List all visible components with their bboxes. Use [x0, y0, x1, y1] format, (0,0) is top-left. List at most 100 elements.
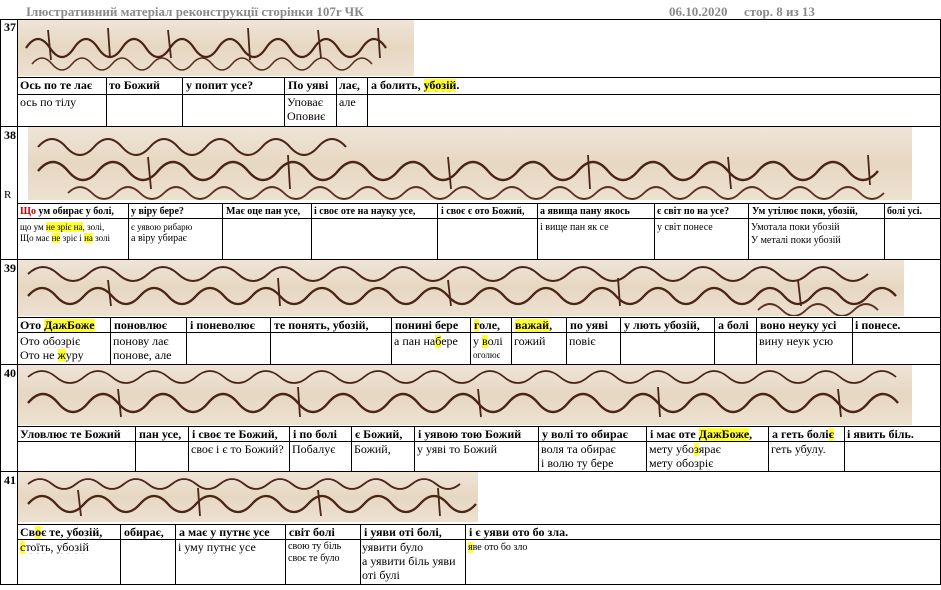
handwriting-strokes [37, 138, 885, 200]
transcription-cell: і уяви оті болі, [364, 526, 442, 539]
text-run: Ото [20, 319, 45, 332]
variant-cell: яве ото бо зло [468, 542, 527, 553]
text-run: . [456, 79, 460, 92]
text-run: ум обирає у болі, [35, 206, 114, 217]
text-run: Умотала поки [751, 222, 813, 233]
highlighted-word: ДажБоже [698, 428, 750, 441]
transcription-cell: а болі [718, 319, 749, 332]
grid-line [17, 77, 940, 78]
transcription-cell: Своє те, убозій, [20, 526, 102, 539]
transcription-cell: і уявою тою Божий [418, 428, 522, 441]
variant-cell: ось по тілу [20, 96, 77, 109]
variant-cell: що ум не зріє на, золі, [20, 222, 104, 232]
variant-cell: воля та обирає [541, 443, 616, 456]
highlighted-word: убозій [423, 79, 457, 92]
transcription-cell: воно неуку усі [760, 319, 837, 332]
transcription-cell: і є уяви ото бо зла. [469, 526, 569, 539]
grid-line [17, 317, 940, 318]
text-run: є те, [41, 526, 67, 539]
text-run: а геть болі [772, 428, 829, 441]
grid-line [222, 203, 223, 259]
variant-cell: повіє [569, 335, 596, 348]
grid-line [351, 426, 352, 471]
transcription-cell: понині бере [395, 319, 459, 332]
page-header: Ілюстративний матеріал реконструкції сто… [0, 0, 941, 20]
text-run: убозій [812, 222, 840, 233]
grid-line [106, 77, 107, 126]
transcription-cell: а явища пану якось [540, 206, 630, 217]
grid-line [537, 203, 538, 259]
variant-cell: Божий, [354, 443, 391, 456]
grid-line [17, 441, 940, 442]
manuscript-scan-line [18, 260, 904, 316]
highlighted-word: ДажБоже [44, 319, 95, 332]
transcription-cell: і поневолює [190, 319, 255, 332]
grid-line [566, 317, 567, 364]
transcription-cell: по уяві [570, 319, 608, 332]
grid-line [646, 426, 647, 471]
transcription-cell: Уловлює те Божий [20, 428, 121, 441]
line-number: 37 [4, 20, 16, 34]
transcription-cell: є Божий, [355, 428, 403, 441]
grid-line [465, 524, 466, 584]
grid-line [17, 539, 940, 540]
transcription-cell: і має оте ДажБоже, [650, 428, 752, 441]
variant-cell: вину неук усю [759, 335, 834, 348]
variant-cell: і вище пан як се [540, 222, 609, 233]
grid-line [17, 332, 940, 333]
grid-line [311, 203, 312, 259]
variant-cell: Умотала поки убозій [751, 222, 839, 233]
highlighted-letter: ж [57, 349, 66, 362]
text-run: убо [676, 443, 694, 456]
text-run: убулу [794, 443, 823, 456]
transcription-cell: важай, [515, 319, 552, 332]
document-title: Ілюстративний матеріал реконструкції сто… [26, 4, 364, 19]
grid-line [654, 203, 655, 259]
grid-line [289, 426, 290, 471]
variant-cell: гожий [514, 335, 546, 348]
text-run: обозріє [42, 335, 81, 348]
grid-line [0, 19, 1, 585]
text-run: а пан на [394, 335, 436, 348]
variant-cell: а уявити біль уяви [362, 555, 456, 568]
grid-line [360, 524, 361, 584]
variant-cell: свою ту біль [288, 541, 342, 552]
text-run: у [473, 335, 482, 348]
line-number: 38 [4, 128, 16, 142]
manuscript-scan-line [18, 472, 478, 522]
variant-cell: своє те було [288, 553, 340, 564]
variant-cell: стоїть, убозій [20, 541, 89, 554]
variant-cell: уявити було [362, 541, 424, 554]
grid-line [336, 77, 337, 126]
text-run: оле, [479, 319, 501, 332]
grid-line [0, 584, 941, 585]
variant-cell: Ото не журу [20, 349, 84, 362]
text-run: золі [92, 233, 111, 243]
text-run: уру [65, 349, 84, 362]
line-marker: R [4, 189, 12, 201]
manuscript-scan-line [18, 365, 912, 425]
highlighted-word: не зріє на [46, 222, 83, 232]
transcription-cell: Що ум обирає у болі, [20, 206, 114, 217]
grid-line [186, 317, 187, 364]
text-run: тоїть, [25, 541, 57, 554]
handwriting-strokes [27, 478, 477, 517]
transcription-cell: у попит усе? [186, 79, 254, 92]
grid-line [756, 317, 757, 364]
text-run: що ум [20, 222, 47, 232]
page-number: стор. 8 из 13 [744, 4, 815, 19]
text-run: , [749, 428, 753, 441]
handwriting-strokes [25, 27, 387, 71]
transcription-cell: Має оце пан усе, [226, 206, 301, 217]
variant-cell: є уявою рибарю [131, 222, 193, 232]
variant-cell: оті булі [362, 569, 400, 582]
text-run: обозріє [676, 457, 714, 470]
grid-line [511, 317, 512, 364]
variant-cell: у волі [473, 335, 503, 348]
variant-cell: оголює [473, 350, 501, 360]
variant-cell: Побалує [292, 443, 336, 456]
grid-line [391, 317, 392, 364]
text-run: а болить, [371, 79, 424, 92]
transcription-cell: а болить, убозій. [371, 79, 459, 92]
transcription-cell: те понять, убозій, [274, 319, 369, 332]
